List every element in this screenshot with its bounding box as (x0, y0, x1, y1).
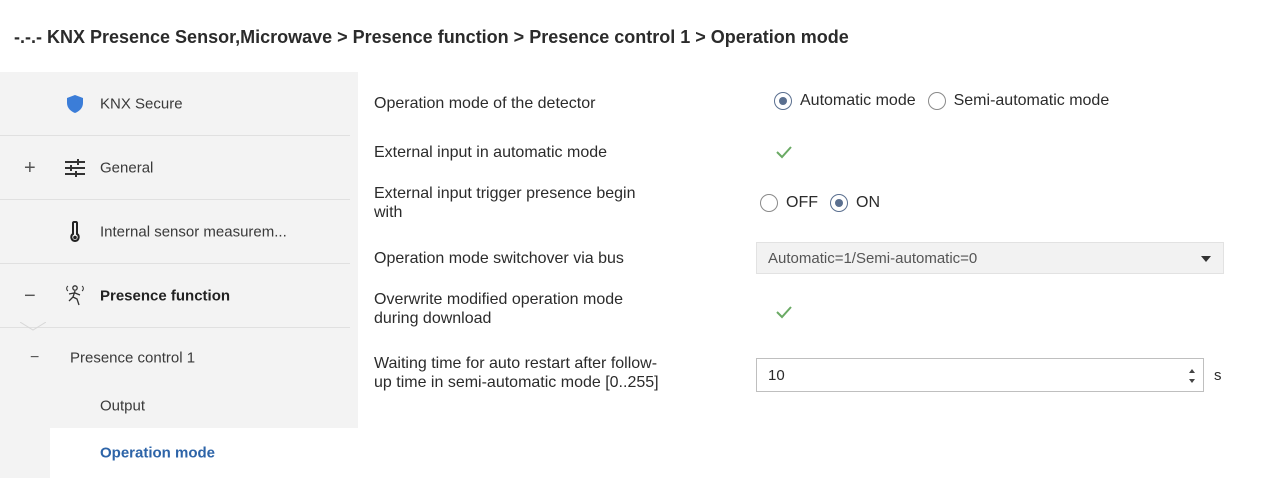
param-operation-mode: Operation mode of the detector Automatic… (374, 92, 1274, 116)
param-label: External input in automatic mode (374, 144, 608, 161)
input-value: 10 (768, 367, 785, 384)
sidebar-item-label: Operation mode (100, 444, 216, 462)
breadcrumb: -.-.- KNX Presence Sensor,Microwave > Pr… (14, 27, 849, 47)
sidebar-item-output[interactable]: Output (0, 382, 358, 430)
param-waiting-time: Waiting time for auto restart after foll… (374, 352, 1274, 398)
switchover-dropdown[interactable]: Automatic=1/Semi-automatic=0 (756, 242, 1224, 274)
param-label-line2: up time in semi-automatic mode [0..255] (374, 374, 659, 391)
sidebar-item-operation-mode[interactable]: Operation mode (50, 428, 358, 478)
param-external-trigger: External input trigger presence begin wi… (374, 184, 1274, 228)
sidebar-item-label: Output (100, 397, 146, 415)
sliders-icon (64, 157, 86, 179)
spinner-arrows-icon[interactable] (1187, 364, 1197, 388)
param-label-line1: Waiting time for auto restart after foll… (374, 355, 658, 372)
radio-label: ON (856, 194, 880, 211)
sidebar-item-label: General (100, 159, 154, 176)
unit-label: s (1214, 367, 1222, 384)
radio-label: OFF (786, 194, 818, 211)
selection-notch (20, 322, 46, 331)
external-input-checkbox[interactable] (774, 142, 794, 162)
param-label: Operation mode switchover via bus (374, 250, 624, 267)
expand-icon[interactable]: + (24, 158, 36, 178)
sidebar: KNX Secure + General Internal sensor mea… (0, 72, 358, 478)
sidebar-item-label: KNX Secure (100, 95, 183, 112)
sidebar-item-knx-secure[interactable]: KNX Secure (0, 72, 350, 136)
thermometer-icon (64, 220, 86, 243)
person-walking-icon (64, 284, 86, 307)
sidebar-item-presence-control-1[interactable]: − Presence control 1 (0, 334, 358, 382)
check-icon (776, 146, 792, 159)
sidebar-item-label: Presence function (100, 287, 231, 304)
collapse-icon[interactable]: − (24, 286, 36, 306)
radio-circle[interactable] (830, 194, 848, 212)
radio-off[interactable]: OFF (760, 194, 818, 212)
radio-circle[interactable] (760, 194, 778, 212)
parameter-panel: Operation mode of the detector Automatic… (358, 72, 1281, 478)
check-icon (776, 306, 792, 319)
operation-mode-radio-group: Automatic mode Semi-automatic mode (774, 92, 1121, 110)
sidebar-item-label: Internal sensor measurem... (100, 223, 287, 240)
sidebar-item-internal-sensor[interactable]: Internal sensor measurem... (0, 200, 350, 264)
sidebar-item-presence-function[interactable]: − Presence function (0, 264, 350, 328)
radio-on[interactable]: ON (830, 194, 880, 212)
param-external-input: External input in automatic mode (374, 142, 1274, 166)
radio-circle[interactable] (774, 92, 792, 110)
collapse-icon[interactable]: − (30, 349, 39, 367)
param-overwrite: Overwrite modified operation mode during… (374, 290, 1274, 334)
radio-automatic-mode[interactable]: Automatic mode (774, 92, 916, 110)
param-label-line2: with (374, 204, 403, 221)
shield-icon (64, 93, 86, 115)
waiting-time-input[interactable]: 10 (756, 358, 1204, 392)
radio-label: Semi-automatic mode (953, 92, 1110, 109)
title-bar: -.-.- KNX Presence Sensor,Microwave > Pr… (0, 0, 1281, 72)
chevron-down-icon[interactable] (1201, 256, 1211, 262)
param-label-line1: External input trigger presence begin (374, 185, 636, 202)
trigger-radio-group: OFF ON (760, 194, 892, 212)
radio-circle[interactable] (927, 92, 946, 110)
param-switchover: Operation mode switchover via bus Automa… (374, 240, 1274, 274)
sidebar-item-label: Presence control 1 (70, 349, 196, 367)
param-label-line1: Overwrite modified operation mode (374, 291, 624, 308)
radio-label: Automatic mode (800, 92, 916, 109)
dropdown-value: Automatic=1/Semi-automatic=0 (768, 250, 978, 267)
overwrite-checkbox[interactable] (774, 302, 794, 322)
param-label-line2: during download (374, 310, 492, 327)
sidebar-item-general[interactable]: + General (0, 136, 350, 200)
param-label: Operation mode of the detector (374, 95, 596, 112)
radio-semi-automatic-mode[interactable]: Semi-automatic mode (927, 92, 1110, 110)
